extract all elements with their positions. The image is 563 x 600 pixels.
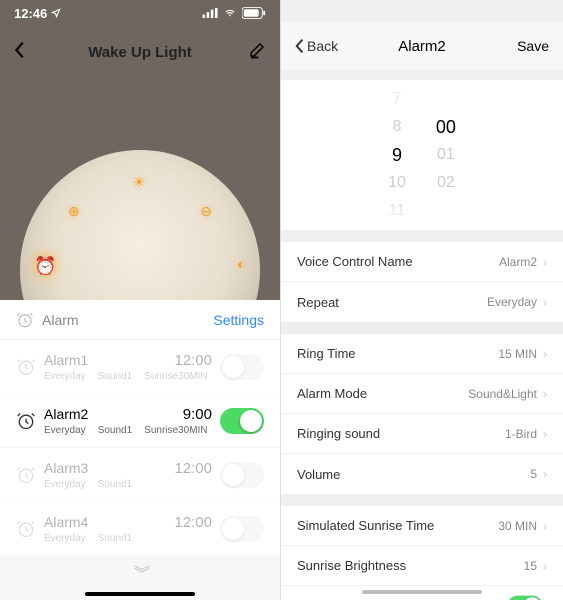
alarm-row[interactable]: Alarm312:00 EverydaySound1: [0, 448, 280, 502]
battery-icon: [242, 7, 266, 19]
collapse-icon[interactable]: ︾: [0, 556, 280, 584]
hero: 12:46 Wake Up Light ☀: [0, 0, 280, 300]
alarm-toggle[interactable]: [220, 516, 264, 542]
chevron-right-icon: ›: [543, 559, 547, 573]
location-icon: [51, 8, 61, 18]
alarm-icon: [16, 311, 34, 329]
alarm-icon: ⏰: [34, 256, 56, 277]
signal-icon: [202, 8, 218, 18]
alarm-name: Alarm3: [44, 460, 88, 476]
alarm-row[interactable]: Alarm29:00 EverydaySound1Sunrise30MIN: [0, 394, 280, 448]
snooze-toggle[interactable]: [507, 596, 542, 600]
alarm-name: Alarm1: [44, 352, 88, 368]
page-title: Wake Up Light: [0, 44, 280, 61]
nav-bar: Wake Up Light: [0, 32, 280, 72]
alarm-section-header: Alarm Settings: [0, 300, 280, 340]
alarm-icon: [16, 411, 36, 431]
alarm-row[interactable]: Alarm412:00 EverydaySound1: [0, 502, 280, 556]
screen-alarm-detail: Back Alarm2 Save 7 8 9 10 11 00 01 02: [281, 0, 563, 600]
cell-volume[interactable]: Volume5›: [281, 454, 563, 494]
lamp-clock: 12:46: [96, 299, 184, 300]
cell-voice-control-name[interactable]: Voice Control NameAlarm2›: [281, 242, 563, 282]
time-picker[interactable]: 7 8 9 10 11 00 01 02: [281, 80, 563, 230]
minus-icon: ⊖: [200, 203, 212, 220]
alarm-name: Alarm4: [44, 514, 88, 530]
chevron-right-icon: ›: [543, 427, 547, 441]
alarm-time: 9:00: [183, 406, 212, 423]
wifi-icon: [223, 8, 237, 18]
hour-picker[interactable]: 7 8 9 10 11: [388, 85, 406, 225]
two-up-screens: 12:46 Wake Up Light ☀: [0, 0, 563, 600]
alarm-time: 12:00: [174, 352, 212, 369]
settings-link[interactable]: Settings: [213, 312, 264, 328]
chevron-right-icon: ›: [543, 519, 547, 533]
cell-ringing-sound[interactable]: Ringing sound1-Bird›: [281, 414, 563, 454]
chevron-right-icon: ›: [543, 347, 547, 361]
home-indicator[interactable]: [85, 592, 195, 596]
chevron-right-icon: ›: [543, 295, 547, 309]
chevron-right-icon: ›: [543, 387, 547, 401]
cell-sunrise-time[interactable]: Simulated Sunrise Time30 MIN›: [281, 506, 563, 546]
cell-ring-time[interactable]: Ring Time15 MIN›: [281, 334, 563, 374]
alarm-toggle[interactable]: [220, 354, 264, 380]
status-bar: 12:46: [0, 0, 280, 22]
alarm-list: Alarm112:00 EverydaySound1Sunrise30MIN A…: [0, 340, 280, 556]
nav-bar: Back Alarm2 Save: [281, 22, 563, 70]
scroll-indicator: [362, 590, 482, 594]
cell-alarm-mode[interactable]: Alarm ModeSound&Light›: [281, 374, 563, 414]
moon-icon: ◐: [237, 256, 245, 272]
alarm-toggle[interactable]: [220, 408, 264, 434]
alarm-name: Alarm2: [44, 406, 88, 422]
minute-picker[interactable]: 00 01 02: [436, 113, 456, 197]
alarm-icon: [16, 357, 36, 377]
screen-main: 12:46 Wake Up Light ☀: [0, 0, 281, 600]
cell-repeat[interactable]: RepeatEveryday›: [281, 282, 563, 322]
alarm-icon: [16, 465, 36, 485]
status-time: 12:46: [14, 6, 47, 21]
chevron-right-icon: ›: [543, 467, 547, 481]
chevron-right-icon: ›: [543, 255, 547, 269]
alarm-icon: [16, 519, 36, 539]
alarm-time: 12:00: [174, 460, 212, 477]
alarm-time: 12:00: [174, 514, 212, 531]
sun-icon: ☀: [133, 174, 146, 191]
cell-sunrise-brightness[interactable]: Sunrise Brightness15›: [281, 546, 563, 586]
settings-groups: Voice Control NameAlarm2› RepeatEveryday…: [281, 230, 563, 600]
page-title: Alarm2: [281, 38, 563, 55]
section-label: Alarm: [42, 312, 79, 328]
alarm-toggle[interactable]: [220, 462, 264, 488]
alarm-row[interactable]: Alarm112:00 EverydaySound1Sunrise30MIN: [0, 340, 280, 394]
plus-icon: ⊕: [68, 203, 80, 220]
